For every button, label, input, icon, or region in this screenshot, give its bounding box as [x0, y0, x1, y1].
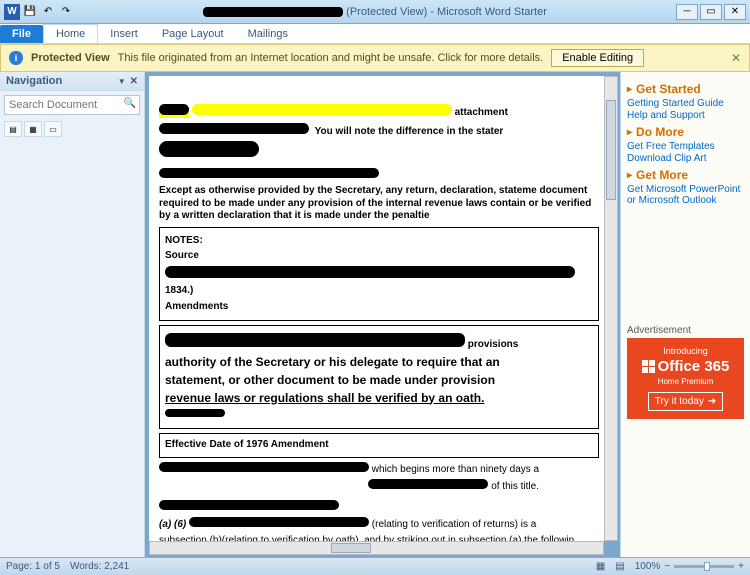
link-getting-started[interactable]: Getting Started Guide — [627, 98, 744, 109]
status-page[interactable]: Page: 1 of 5 — [6, 561, 60, 572]
word-icon: W — [4, 4, 20, 20]
vertical-scrollbar[interactable] — [604, 76, 618, 541]
quick-access-toolbar: W 💾 ↶ ↷ — [4, 4, 74, 20]
redo-icon[interactable]: ↷ — [58, 4, 74, 20]
zoom-in-button[interactable]: + — [738, 561, 744, 572]
horizontal-scrollbar[interactable] — [149, 541, 604, 555]
nav-close-icon[interactable]: ✕ — [130, 76, 138, 87]
minimize-button[interactable]: ─ — [676, 4, 698, 20]
status-words[interactable]: Words: 2,241 — [70, 561, 129, 572]
link-free-templates[interactable]: Get Free Templates — [627, 141, 744, 152]
tab-file[interactable]: File — [0, 25, 43, 43]
window-title: (Protected View) - Microsoft Word Starte… — [74, 6, 676, 18]
nav-body — [0, 139, 144, 557]
close-icon[interactable]: ✕ — [731, 51, 741, 65]
zoom-out-button[interactable]: − — [664, 561, 670, 572]
heading-do-more: Do More — [627, 125, 744, 139]
try-it-button[interactable]: Try it today➔ — [648, 392, 723, 411]
advertisement[interactable]: Introducing Office 365 Home Premium Try … — [627, 338, 744, 419]
heading-get-more: Get More — [627, 168, 744, 182]
document-viewport[interactable]: attachment You will note the difference … — [149, 76, 604, 541]
save-icon[interactable]: 💾 — [22, 4, 38, 20]
arrow-right-icon: ➔ — [708, 396, 716, 407]
document-page: attachment You will note the difference … — [149, 76, 604, 541]
link-help-support[interactable]: Help and Support — [627, 110, 744, 121]
nav-view-pages[interactable]: ▦ — [24, 121, 42, 137]
zoom-level[interactable]: 100% — [635, 561, 661, 572]
tab-insert[interactable]: Insert — [98, 25, 150, 43]
side-panel: Get Started Getting Started Guide Help a… — [620, 72, 750, 557]
link-clip-art[interactable]: Download Clip Art — [627, 153, 744, 164]
nav-view-headings[interactable]: ▤ — [4, 121, 22, 137]
tab-home[interactable]: Home — [43, 24, 98, 43]
nav-title: Navigation — [6, 75, 62, 87]
close-button[interactable]: ✕ — [724, 4, 746, 20]
search-input[interactable] — [4, 95, 140, 115]
protected-view-bar: i Protected View This file originated fr… — [0, 44, 750, 72]
view-web-layout-icon[interactable]: ▤ — [615, 561, 624, 572]
heading-get-started: Get Started — [627, 82, 744, 96]
navigation-panel: Navigation ▼ ✕ 🔍 ▤ ▦ ▭ — [0, 72, 145, 557]
protected-label: Protected View — [31, 52, 110, 64]
maximize-button[interactable]: ▭ — [700, 4, 722, 20]
office-icon — [642, 360, 655, 373]
zoom-slider[interactable] — [674, 565, 734, 568]
nav-view-results[interactable]: ▭ — [44, 121, 62, 137]
view-print-layout-icon[interactable]: ▦ — [596, 561, 605, 572]
search-icon[interactable]: 🔍 — [124, 98, 136, 109]
shield-icon: i — [9, 51, 23, 65]
undo-icon[interactable]: ↶ — [40, 4, 56, 20]
ribbon-tabs: File Home Insert Page Layout Mailings — [0, 24, 750, 44]
link-get-powerpoint[interactable]: Get Microsoft PowerPoint or Microsoft Ou… — [627, 184, 744, 206]
nav-dropdown-icon[interactable]: ▼ — [118, 77, 126, 86]
title-bar: W 💾 ↶ ↷ (Protected View) - Microsoft Wor… — [0, 0, 750, 24]
ad-label: Advertisement — [627, 325, 744, 336]
tab-mailings[interactable]: Mailings — [236, 25, 300, 43]
protected-message[interactable]: This file originated from an Internet lo… — [118, 52, 544, 64]
tab-page-layout[interactable]: Page Layout — [150, 25, 236, 43]
status-bar: Page: 1 of 5 Words: 2,241 ▦ ▤ 100% − + — [0, 557, 750, 575]
enable-editing-button[interactable]: Enable Editing — [551, 49, 644, 67]
document-area: attachment You will note the difference … — [145, 72, 620, 557]
